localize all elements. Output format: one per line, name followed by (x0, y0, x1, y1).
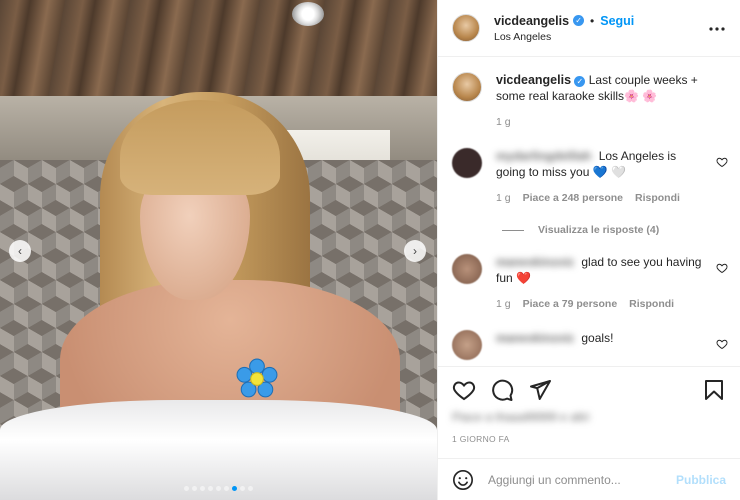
verified-badge-icon: ✓ (573, 15, 585, 26)
comments-list[interactable]: vicdeangelis ✓ Last couple weeks + some … (438, 58, 740, 366)
commenter-username[interactable]: mydarlingdelilah (496, 149, 591, 163)
comment-text: goals! (581, 331, 614, 345)
author-avatar[interactable] (452, 14, 480, 42)
comment-item: mydarlingdelilah Los Angeles is going to… (438, 148, 740, 206)
view-replies-button[interactable]: Visualizza le risposte (4) (438, 224, 740, 236)
post-location[interactable]: Los Angeles (494, 31, 708, 43)
add-comment-bar: Pubblica (438, 458, 740, 500)
comment-item: maneskinzoiz glad to see you having fun … (438, 254, 740, 312)
caption-time[interactable]: 1 g (496, 114, 726, 130)
follow-button[interactable]: Segui (600, 14, 634, 28)
commenter-username[interactable]: maneskinzoiz (496, 255, 574, 269)
post-sidebar: vicdeangelis ✓ • Segui Los Angeles vicde… (437, 0, 740, 500)
post-date[interactable]: 1 GIORNO FA (452, 434, 510, 444)
comment-item: maneskinzoiz goals! (438, 330, 740, 360)
save-bookmark-icon[interactable] (702, 378, 726, 402)
more-horizontal-icon (709, 27, 725, 31)
commenter-avatar[interactable] (452, 148, 482, 178)
carousel-dot (232, 486, 237, 491)
comment-likes[interactable]: Piace a 248 persone (523, 190, 623, 206)
carousel-indicator (0, 486, 437, 491)
post-header: vicdeangelis ✓ • Segui Los Angeles (438, 0, 740, 57)
likes-summary-text: Piace a thaaafill999 e altri (452, 410, 590, 424)
carousel-dot (248, 486, 253, 491)
like-comment-heart-icon[interactable] (716, 156, 728, 168)
publish-button[interactable]: Pubblica (676, 473, 726, 487)
like-heart-icon[interactable] (452, 378, 476, 402)
chevron-right-icon: › (413, 244, 417, 258)
carousel-next-button[interactable]: › (404, 240, 426, 262)
like-comment-heart-icon[interactable] (716, 262, 728, 274)
carousel-dot (192, 486, 197, 491)
carousel-dot (184, 486, 189, 491)
flower-sticker (236, 358, 278, 398)
photo-bedsheet (0, 400, 437, 500)
chevron-left-icon: ‹ (18, 244, 22, 258)
carousel-prev-button[interactable]: ‹ (9, 240, 31, 262)
caption-username[interactable]: vicdeangelis (496, 73, 571, 87)
commenter-username[interactable]: maneskinzoiz (496, 331, 574, 345)
post-photo[interactable]: ‹ › (0, 0, 437, 500)
share-paper-plane-icon[interactable] (528, 378, 552, 402)
comment-time[interactable]: 1 g (496, 190, 511, 206)
replies-line (502, 229, 524, 231)
reply-button[interactable]: Rispondi (629, 296, 674, 312)
comment-bubble-icon[interactable] (490, 378, 514, 402)
comment-input[interactable] (488, 472, 676, 487)
view-replies-label: Visualizza le risposte (4) (538, 224, 660, 236)
commenter-avatar[interactable] (452, 330, 482, 360)
comment-time[interactable]: 1 g (496, 296, 511, 312)
carousel-dot (240, 486, 245, 491)
author-username[interactable]: vicdeangelis (494, 14, 569, 28)
carousel-dot (216, 486, 221, 491)
commenter-avatar[interactable] (452, 254, 482, 284)
carousel-dot (224, 486, 229, 491)
post-actions-bar (438, 366, 740, 412)
author-avatar[interactable] (452, 72, 482, 102)
carousel-dot (200, 486, 205, 491)
like-comment-heart-icon[interactable] (716, 338, 728, 350)
photo-ceiling-light (292, 2, 324, 26)
carousel-dot (208, 486, 213, 491)
verified-badge-icon: ✓ (574, 76, 586, 87)
post-caption: vicdeangelis ✓ Last couple weeks + some … (438, 58, 740, 130)
more-options-button[interactable] (708, 19, 726, 37)
reply-button[interactable]: Rispondi (635, 190, 680, 206)
emoji-picker-icon[interactable] (452, 469, 474, 491)
comment-likes[interactable]: Piace a 79 persone (523, 296, 618, 312)
likes-summary[interactable]: Piace a thaaafill999 e altri (452, 410, 593, 424)
separator-dot: • (590, 13, 595, 28)
